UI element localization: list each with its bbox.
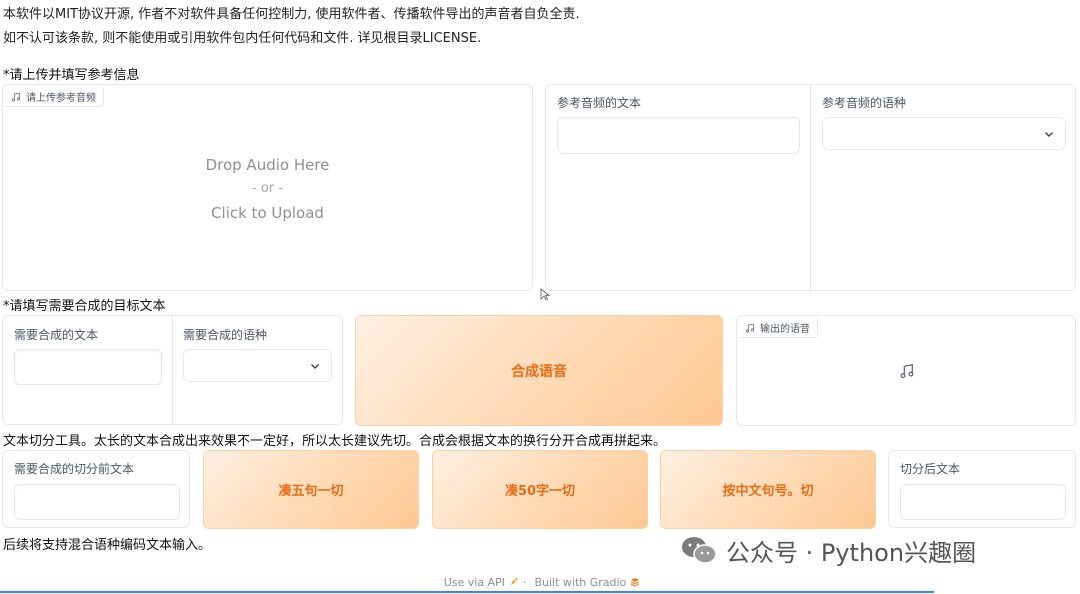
target-input-panel: 需要合成的文本 需要合成的语种 [2, 315, 343, 425]
split-output-panel: 切分后文本 [888, 450, 1076, 528]
wechat-logo-icon [682, 537, 717, 564]
reference-text-label: 参考音频的文本 [557, 96, 642, 110]
split-five-sentences-button[interactable]: 凑五句一切 [203, 450, 419, 529]
target-text-input[interactable] [14, 349, 162, 385]
footer: Use via API · Built with Gradio [0, 576, 1080, 589]
reference-lang-label: 参考音频的语种 [822, 96, 907, 110]
target-lang-label: 需要合成的语种 [183, 328, 268, 342]
panel-divider [810, 85, 811, 290]
license-notice-line1: 本软件以MIT协议开源, 作者不对软件具备任何控制力, 使用软件者、传播软件导出… [3, 7, 580, 22]
scroll-progress-bar [0, 591, 934, 593]
rocket-icon [510, 578, 518, 585]
reference-text-input[interactable] [557, 117, 800, 154]
license-notice-line2: 如不认可该条款, 则不能使用或引用软件包内任何代码和文件. 详见根目录LICEN… [3, 31, 482, 46]
reference-lang-select[interactable] [822, 117, 1066, 150]
split-output-label: 切分后文本 [900, 462, 961, 476]
drop-or-text: - or - [252, 181, 283, 196]
watermark-text: 公众号 · Python兴趣圈 [726, 538, 977, 567]
chevron-down-icon [1045, 131, 1053, 137]
reference-audio-tag: 请上传参考音频 [5, 87, 104, 107]
split-fifty-chars-button[interactable]: 凑50字一切 [432, 450, 648, 529]
reference-info-panel: 参考音频的文本 参考音频的语种 [545, 84, 1076, 291]
reference-audio-tag-label: 请上传参考音频 [26, 93, 96, 104]
built-with-gradio-link[interactable]: Built with Gradio [534, 576, 626, 589]
use-via-api-link[interactable]: Use via API [444, 576, 505, 589]
split-input-panel: 需要合成的切分前文本 [2, 450, 190, 528]
split-input-field[interactable] [14, 484, 180, 520]
target-section-title: *请填写需要合成的目标文本 [3, 299, 166, 314]
future-note: 后续将支持混合语种编码文本输入。 [3, 538, 212, 553]
output-audio-tag: 输出的语音 [739, 318, 818, 338]
split-section-title: 文本切分工具。太长的文本合成出来效果不一定好，所以太长建议先切。合成会根据文本的… [3, 434, 667, 449]
output-audio-panel: 输出的语音 [736, 315, 1076, 426]
click-upload-text: Click to Upload [211, 204, 324, 222]
output-audio-tag-label: 输出的语音 [760, 324, 810, 335]
drop-audio-text: Drop Audio Here [205, 156, 330, 174]
footer-separator: · [522, 576, 527, 589]
target-text-label: 需要合成的文本 [14, 328, 99, 342]
reference-section-title: *请上传并填写参考信息 [3, 68, 140, 83]
synthesize-button[interactable]: 合成语音 [355, 315, 723, 426]
music-note-icon [900, 363, 914, 379]
panel-divider [172, 316, 173, 424]
drop-zone[interactable]: Drop Audio Here - or - Click to Upload [3, 153, 532, 225]
music-note-icon [11, 92, 21, 102]
mouse-cursor-icon [540, 288, 550, 301]
target-lang-select[interactable] [183, 349, 332, 382]
wechat-watermark: 公众号 · Python兴趣圈 [680, 532, 976, 568]
music-note-icon [745, 323, 755, 333]
split-output-field[interactable] [900, 484, 1066, 520]
gradio-logo-icon [631, 578, 640, 587]
split-input-label: 需要合成的切分前文本 [14, 462, 135, 476]
reference-audio-upload[interactable]: 请上传参考音频 Drop Audio Here - or - Click to … [2, 84, 533, 291]
chevron-down-icon [311, 363, 319, 369]
split-period-button[interactable]: 按中文句号。切 [660, 450, 876, 529]
